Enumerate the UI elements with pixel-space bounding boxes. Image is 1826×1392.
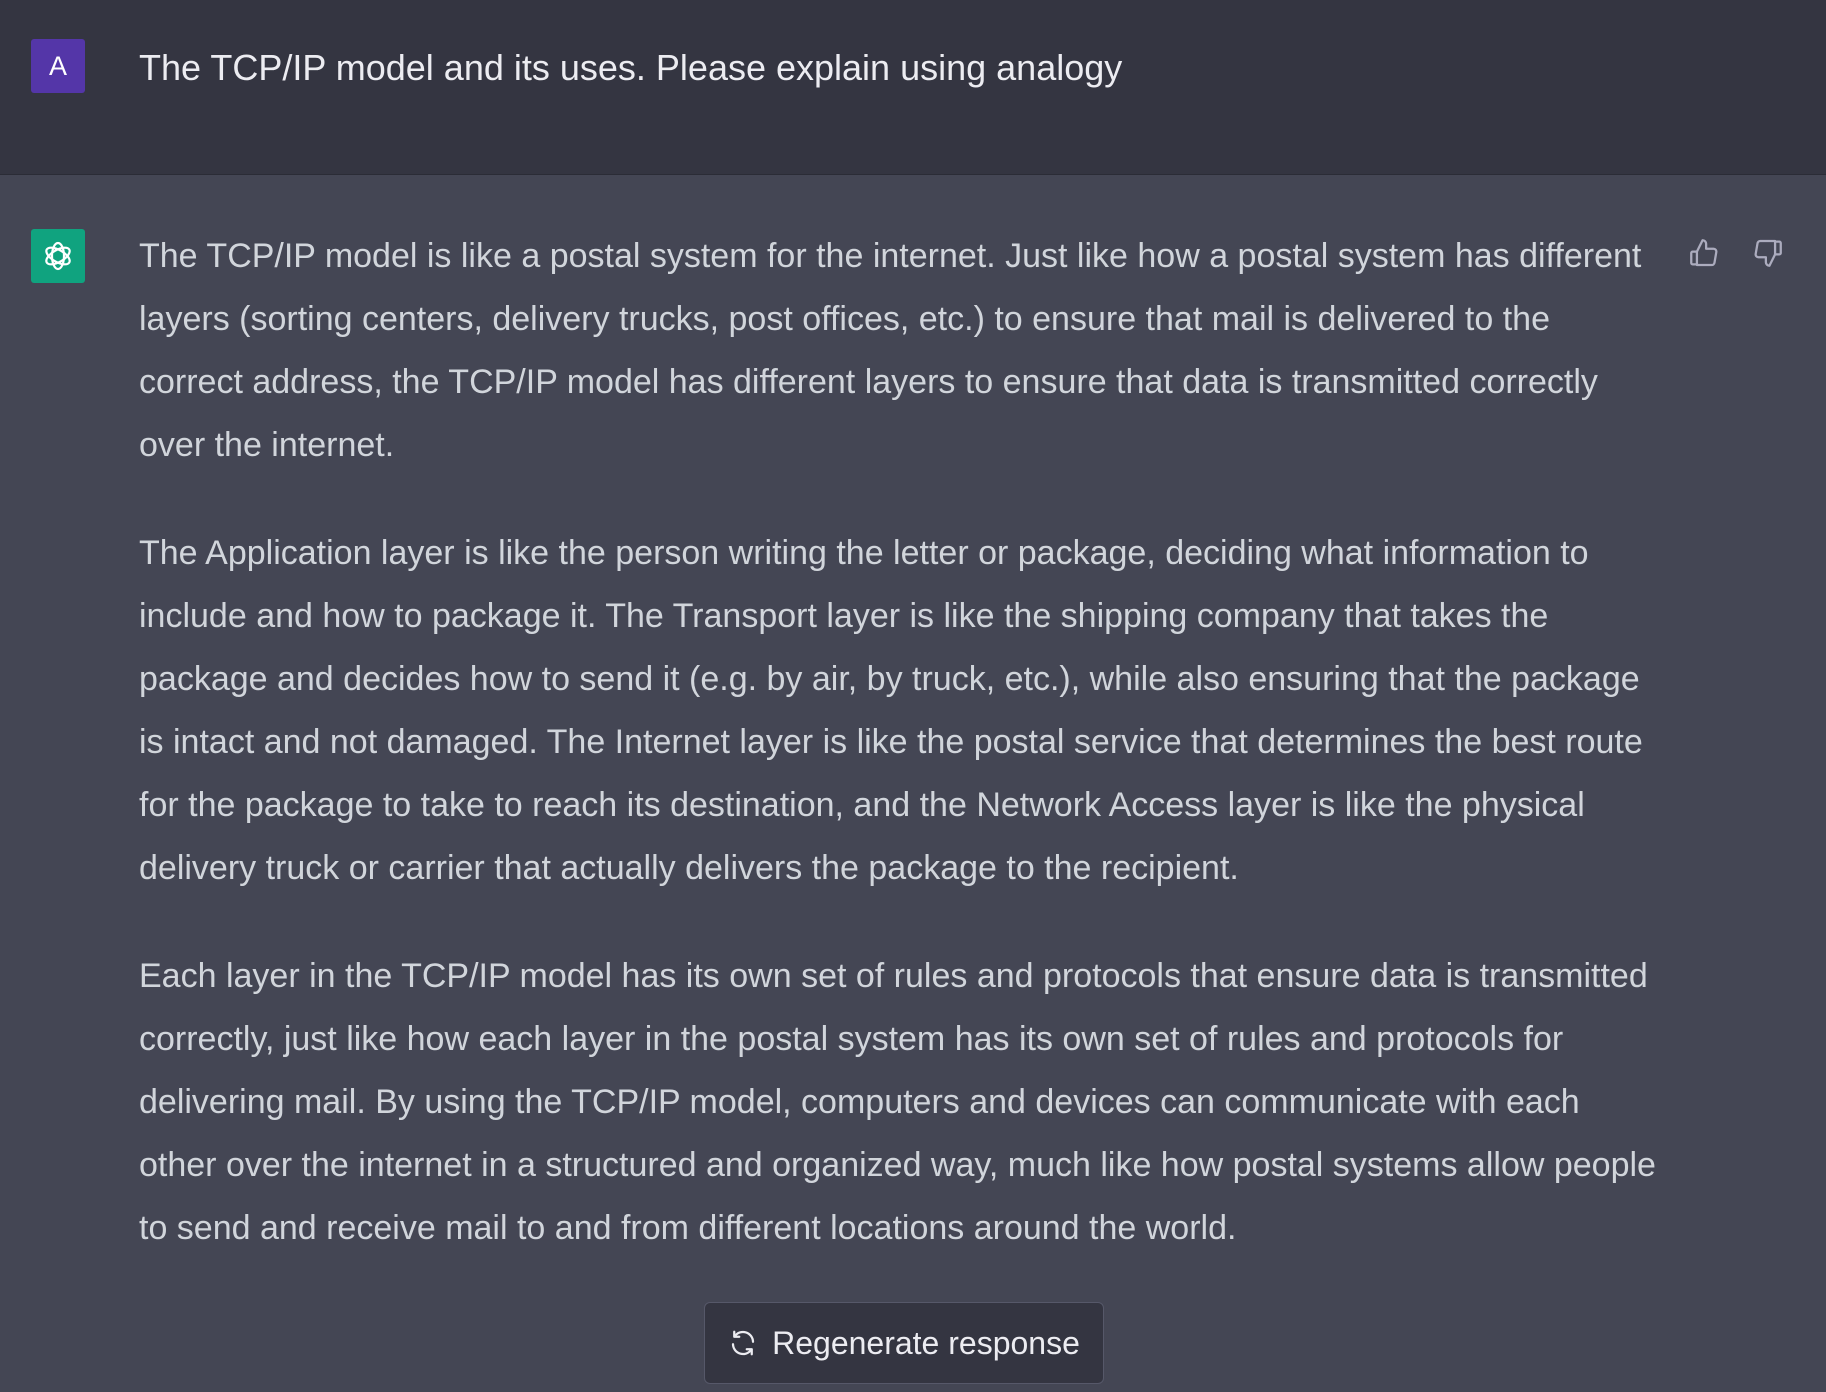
regenerate-response-button[interactable]: Regenerate response [704,1302,1104,1384]
response-paragraph-3: Each layer in the TCP/IP model has its o… [139,957,1656,1247]
user-message-row: A The TCP/IP model and its uses. Please … [0,0,1826,175]
regenerate-label: Regenerate response [772,1324,1080,1361]
thumbs-up-icon [1690,239,1718,267]
thumbs-down-icon [1754,239,1782,267]
response-paragraph-2: The Application layer is like the person… [139,534,1643,887]
assistant-response: The TCP/IP model is like a postal system… [139,225,1659,1305]
assistant-message-row: The TCP/IP model is like a postal system… [0,175,1826,1392]
user-prompt-text: The TCP/IP model and its uses. Please ex… [139,47,1123,88]
openai-logo-icon [45,241,71,271]
response-paragraph-1: The TCP/IP model is like a postal system… [139,237,1642,464]
user-avatar: A [31,39,85,93]
assistant-avatar [31,229,85,283]
refresh-icon [728,1328,758,1358]
thumbs-up-button[interactable] [1684,233,1724,273]
thumbs-down-button[interactable] [1748,233,1788,273]
